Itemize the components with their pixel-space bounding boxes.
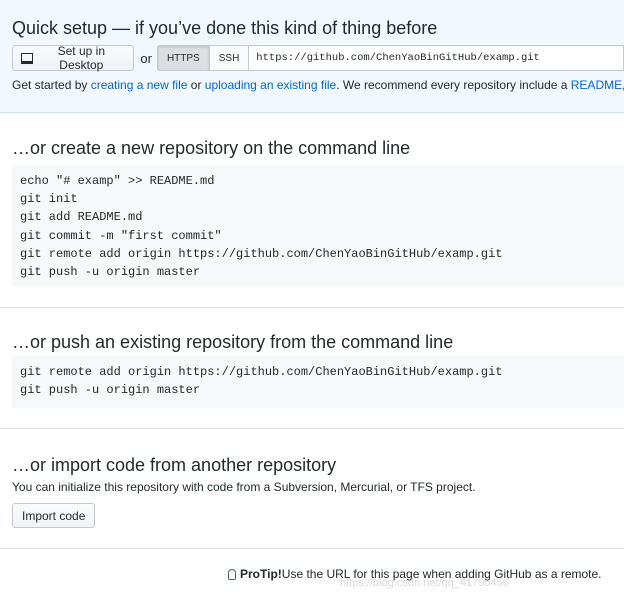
or-label: or [140, 50, 152, 66]
code-line: git remote add origin https://github.com… [20, 246, 503, 261]
recommend-text: . We recommend every repository include … [336, 78, 571, 92]
code-line: git commit -m "first commit" [20, 228, 222, 243]
push-existing-section: …or push an existing repository from the… [0, 308, 624, 429]
code-line: echo "# examp" >> README.md [20, 174, 215, 188]
create-new-repo-section: …or create a new repository on the comma… [0, 113, 624, 308]
create-new-repo-code[interactable]: echo "# examp" >> README.md git init git… [12, 165, 624, 287]
clone-url-input[interactable] [249, 45, 624, 71]
push-existing-title: …or push an existing repository from the… [12, 332, 454, 352]
protip-label: ProTip! [240, 567, 282, 581]
or-word: or [187, 78, 205, 92]
import-code-title: …or import code from another repository [12, 455, 337, 475]
watermark: https://blog.csdn.net/qq_41795456 [340, 577, 509, 589]
get-started-text: Get started by creating a new file or up… [12, 78, 624, 92]
quick-setup-title: Quick setup — if you’ve done this kind o… [12, 18, 438, 38]
https-toggle[interactable]: HTTPS [156, 45, 210, 71]
push-existing-code[interactable]: git remote add origin https://github.com… [12, 356, 624, 408]
create-new-repo-title: …or create a new repository on the comma… [12, 138, 411, 158]
setup-in-desktop-button[interactable]: Set up in Desktop [12, 44, 135, 72]
import-code-description: You can initialize this repository with … [12, 480, 476, 494]
code-line: git add README.md [20, 210, 143, 225]
import-code-button[interactable]: Import code [12, 503, 96, 528]
uploading-existing-file-link[interactable]: uploading an existing file [205, 78, 336, 92]
readme-link[interactable]: README [571, 78, 622, 92]
desktop-icon [21, 52, 34, 64]
code-line: git push -u origin master [20, 383, 201, 398]
ssh-toggle[interactable]: SSH [209, 45, 250, 71]
quick-setup-panel: Quick setup — if you’ve done this kind o… [0, 0, 624, 113]
light-bulb-icon [228, 568, 236, 580]
get-started-prefix: Get started by [12, 78, 91, 92]
code-line: git remote add origin https://github.com… [20, 365, 503, 379]
code-line: git init [20, 192, 78, 207]
clone-url-row: Set up in Desktop or HTTPS SSH [12, 44, 624, 72]
creating-new-file-link[interactable]: creating a new file [91, 78, 188, 92]
setup-in-desktop-label: Set up in Desktop [57, 44, 105, 72]
code-line: git push -u origin master [20, 264, 201, 279]
